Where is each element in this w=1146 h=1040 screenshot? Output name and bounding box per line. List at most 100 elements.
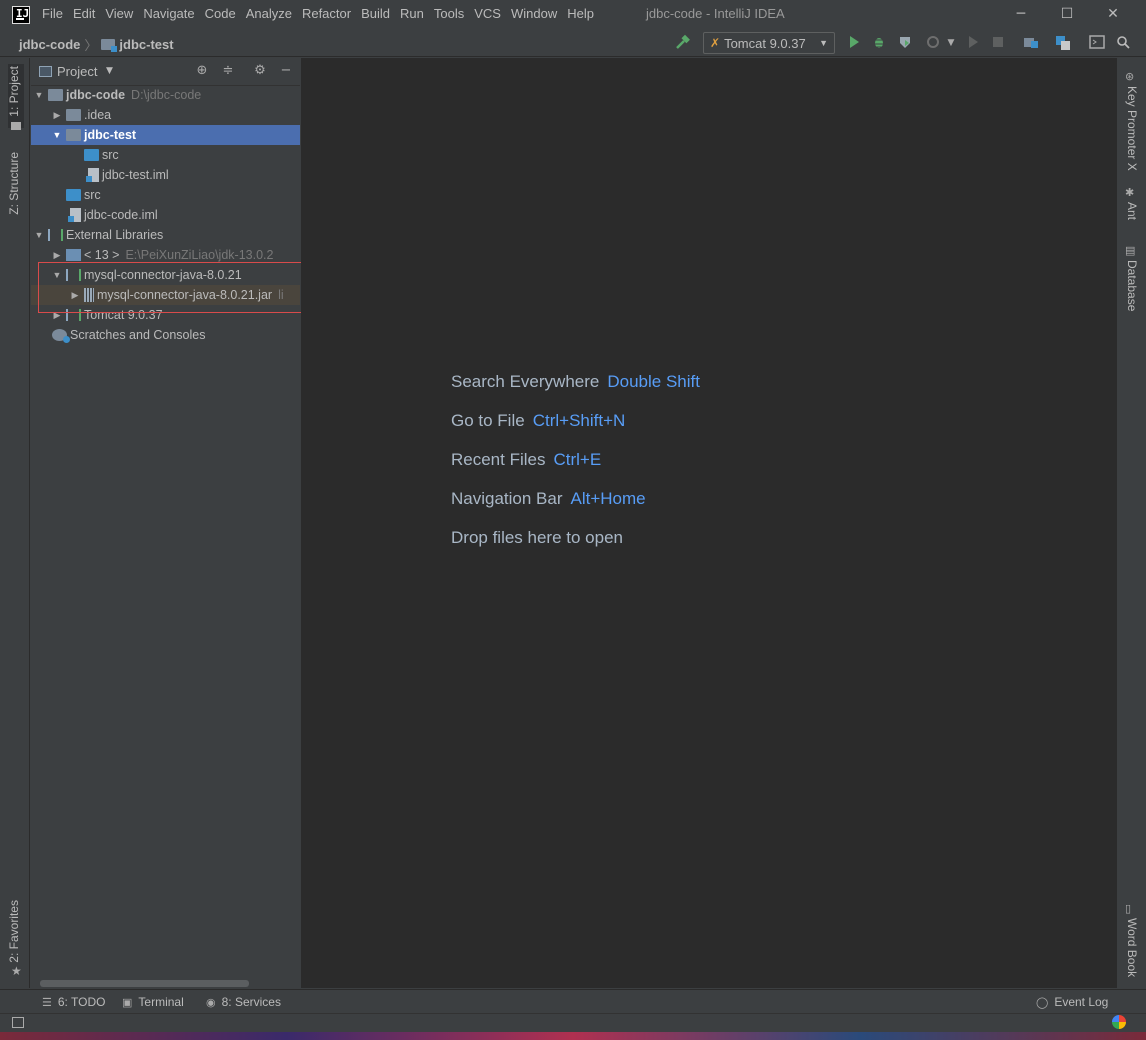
- tool-tab-ant[interactable]: Ant: [1125, 202, 1139, 220]
- services-icon: ◉: [206, 996, 216, 1009]
- tree-item-jdbc-test[interactable]: ▼ jdbc-test: [31, 125, 300, 145]
- module-folder-icon: [101, 39, 118, 52]
- menu-view[interactable]: View: [100, 6, 138, 21]
- breadcrumb-project[interactable]: jdbc-code: [19, 37, 80, 52]
- run-configuration-dropdown[interactable]: ✗ Tomcat 9.0.37 ▼: [703, 32, 835, 54]
- menu-vcs[interactable]: VCS: [469, 6, 506, 21]
- shortcut-link[interactable]: Alt+Home: [571, 489, 646, 508]
- expanded-arrow-icon[interactable]: ▼: [34, 90, 44, 100]
- close-button[interactable]: ✕: [1102, 4, 1124, 24]
- maximize-button[interactable]: ☐: [1056, 4, 1078, 24]
- profile-dropdown-icon[interactable]: ▼: [943, 35, 959, 51]
- database-icon: ▤: [1125, 244, 1136, 257]
- tool-tab-event-log[interactable]: ◯ Event Log: [1036, 995, 1108, 1009]
- tree-item-jdbc-code-iml[interactable]: jdbc-code.iml: [31, 205, 300, 225]
- menu-build[interactable]: Build: [356, 6, 395, 21]
- collapsed-arrow-icon[interactable]: ▶: [52, 110, 62, 121]
- editor-empty-area: Search Everywhere Double Shift Go to File…: [301, 58, 1116, 988]
- expanded-arrow-icon[interactable]: ▼: [34, 230, 44, 240]
- rerun-icon[interactable]: [965, 35, 981, 51]
- terminal-icon[interactable]: [1089, 35, 1105, 51]
- tree-item-label: jdbc-test: [84, 128, 137, 142]
- chevron-down-icon[interactable]: ▼: [106, 66, 113, 76]
- navigation-bar: jdbc-code 〉 jdbc-test ✗ Tomcat 9.0.37 ▼ …: [0, 30, 1146, 57]
- menu-run[interactable]: Run: [395, 6, 429, 21]
- tree-item-idea[interactable]: ▶ .idea: [31, 105, 300, 125]
- toggle-tool-windows-icon[interactable]: [12, 1017, 24, 1028]
- hide-icon[interactable]: −: [278, 63, 294, 79]
- module-folder-icon: [66, 129, 81, 141]
- right-tool-strip: ⊛ Key Promoter X ✱ Ant ▤ Database ▯ Word…: [1116, 58, 1146, 988]
- tree-item-jdbc-test-iml[interactable]: jdbc-test.iml: [31, 165, 300, 185]
- locate-icon[interactable]: ⊕: [194, 63, 210, 79]
- collapse-all-icon[interactable]: ≑: [220, 63, 236, 79]
- project-structure-icon[interactable]: [1023, 35, 1039, 51]
- iml-file-icon: [86, 168, 99, 182]
- coverage-icon[interactable]: [897, 35, 913, 51]
- tool-tab-word-book[interactable]: Word Book: [1125, 918, 1139, 977]
- menu-analyze[interactable]: Analyze: [241, 6, 297, 21]
- tool-tab-database[interactable]: Database: [1125, 260, 1139, 311]
- tree-item-label: External Libraries: [66, 228, 164, 242]
- menu-refactor[interactable]: Refactor: [297, 6, 356, 21]
- breadcrumb: jdbc-code 〉 jdbc-test: [19, 35, 174, 54]
- horizontal-scrollbar[interactable]: [40, 980, 249, 987]
- bottom-tool-bar: ☰ 6: TODO ▣ Terminal ◉ 8: Services ◯ Event L…: [0, 989, 1146, 1013]
- tree-item-label: src: [102, 148, 119, 162]
- run-configuration-label: Tomcat 9.0.37: [724, 35, 806, 51]
- menu-edit[interactable]: Edit: [68, 6, 100, 21]
- project-panel-title[interactable]: Project: [57, 64, 97, 79]
- collapsed-arrow-icon[interactable]: ▶: [52, 250, 62, 261]
- folder-icon: [66, 109, 81, 121]
- highlight-annotation: [38, 262, 310, 313]
- tree-item-external-libraries[interactable]: ▼ External Libraries: [31, 225, 300, 245]
- tool-tab-services[interactable]: ◉ 8: Services: [206, 995, 281, 1009]
- profile-icon[interactable]: [925, 35, 941, 51]
- menu-window[interactable]: Window: [506, 6, 562, 21]
- shortcut-link[interactable]: Ctrl+E: [553, 450, 601, 469]
- project-view-icon: [39, 66, 52, 77]
- expanded-arrow-icon[interactable]: ▼: [52, 130, 62, 140]
- google-icon[interactable]: [1112, 1015, 1126, 1029]
- source-folder-icon: [66, 189, 81, 201]
- tool-tab-terminal[interactable]: ▣ Terminal: [122, 995, 184, 1009]
- tool-tab-project[interactable]: 1: Project: [7, 66, 21, 117]
- tree-item-jdbc-code[interactable]: ▼ jdbc-code D:\jdbc-code: [31, 85, 300, 105]
- tool-tab-key-promoter[interactable]: Key Promoter X: [1125, 86, 1139, 171]
- shortcut-link[interactable]: Ctrl+Shift+N: [533, 411, 626, 430]
- menu-code[interactable]: Code: [200, 6, 241, 21]
- module-folder-icon: [48, 89, 63, 101]
- terminal-icon: ▣: [122, 996, 133, 1009]
- window-title: jdbc-code - IntelliJ IDEA: [646, 6, 785, 21]
- tool-tab-todo[interactable]: ☰ 6: TODO: [42, 995, 105, 1009]
- tree-item-src[interactable]: src: [31, 145, 300, 165]
- menu-file[interactable]: File: [42, 6, 68, 21]
- tool-tab-favorites[interactable]: 2: Favorites: [7, 900, 21, 963]
- event-log-icon: ◯: [1036, 996, 1049, 1009]
- hammer-icon[interactable]: [675, 34, 693, 52]
- translate-icon[interactable]: [1055, 35, 1071, 51]
- folder-icon: [11, 122, 21, 130]
- scratches-icon: [52, 329, 70, 343]
- menu-navigate[interactable]: Navigate: [138, 6, 199, 21]
- iml-file-icon: [68, 208, 81, 222]
- project-panel-header: Project ▼ ⊕ ≑ ⚙ −: [31, 58, 300, 86]
- hint-search-everywhere: Search Everywhere Double Shift: [451, 372, 700, 391]
- menu-tools[interactable]: Tools: [429, 6, 469, 21]
- minimize-button[interactable]: ─: [1010, 4, 1032, 24]
- tree-item-scratches[interactable]: Scratches and Consoles: [31, 325, 300, 345]
- search-icon[interactable]: [1115, 35, 1131, 51]
- run-icon[interactable]: [846, 35, 862, 51]
- desktop-background-bottom: [0, 1032, 1146, 1040]
- tool-tab-structure[interactable]: Z: Structure: [7, 152, 21, 215]
- breadcrumb-module[interactable]: jdbc-test: [119, 37, 173, 52]
- chevron-down-icon: ▼: [819, 38, 828, 48]
- debug-icon[interactable]: [871, 35, 887, 51]
- list-icon: ☰: [42, 996, 52, 1009]
- gear-icon[interactable]: ⚙: [252, 63, 268, 79]
- stop-icon[interactable]: [990, 35, 1006, 51]
- shortcut-link[interactable]: Double Shift: [607, 372, 700, 391]
- menu-help[interactable]: Help: [562, 6, 599, 21]
- tree-item-src-root[interactable]: src: [31, 185, 300, 205]
- tree-item-label: jdbc-code: [66, 88, 126, 102]
